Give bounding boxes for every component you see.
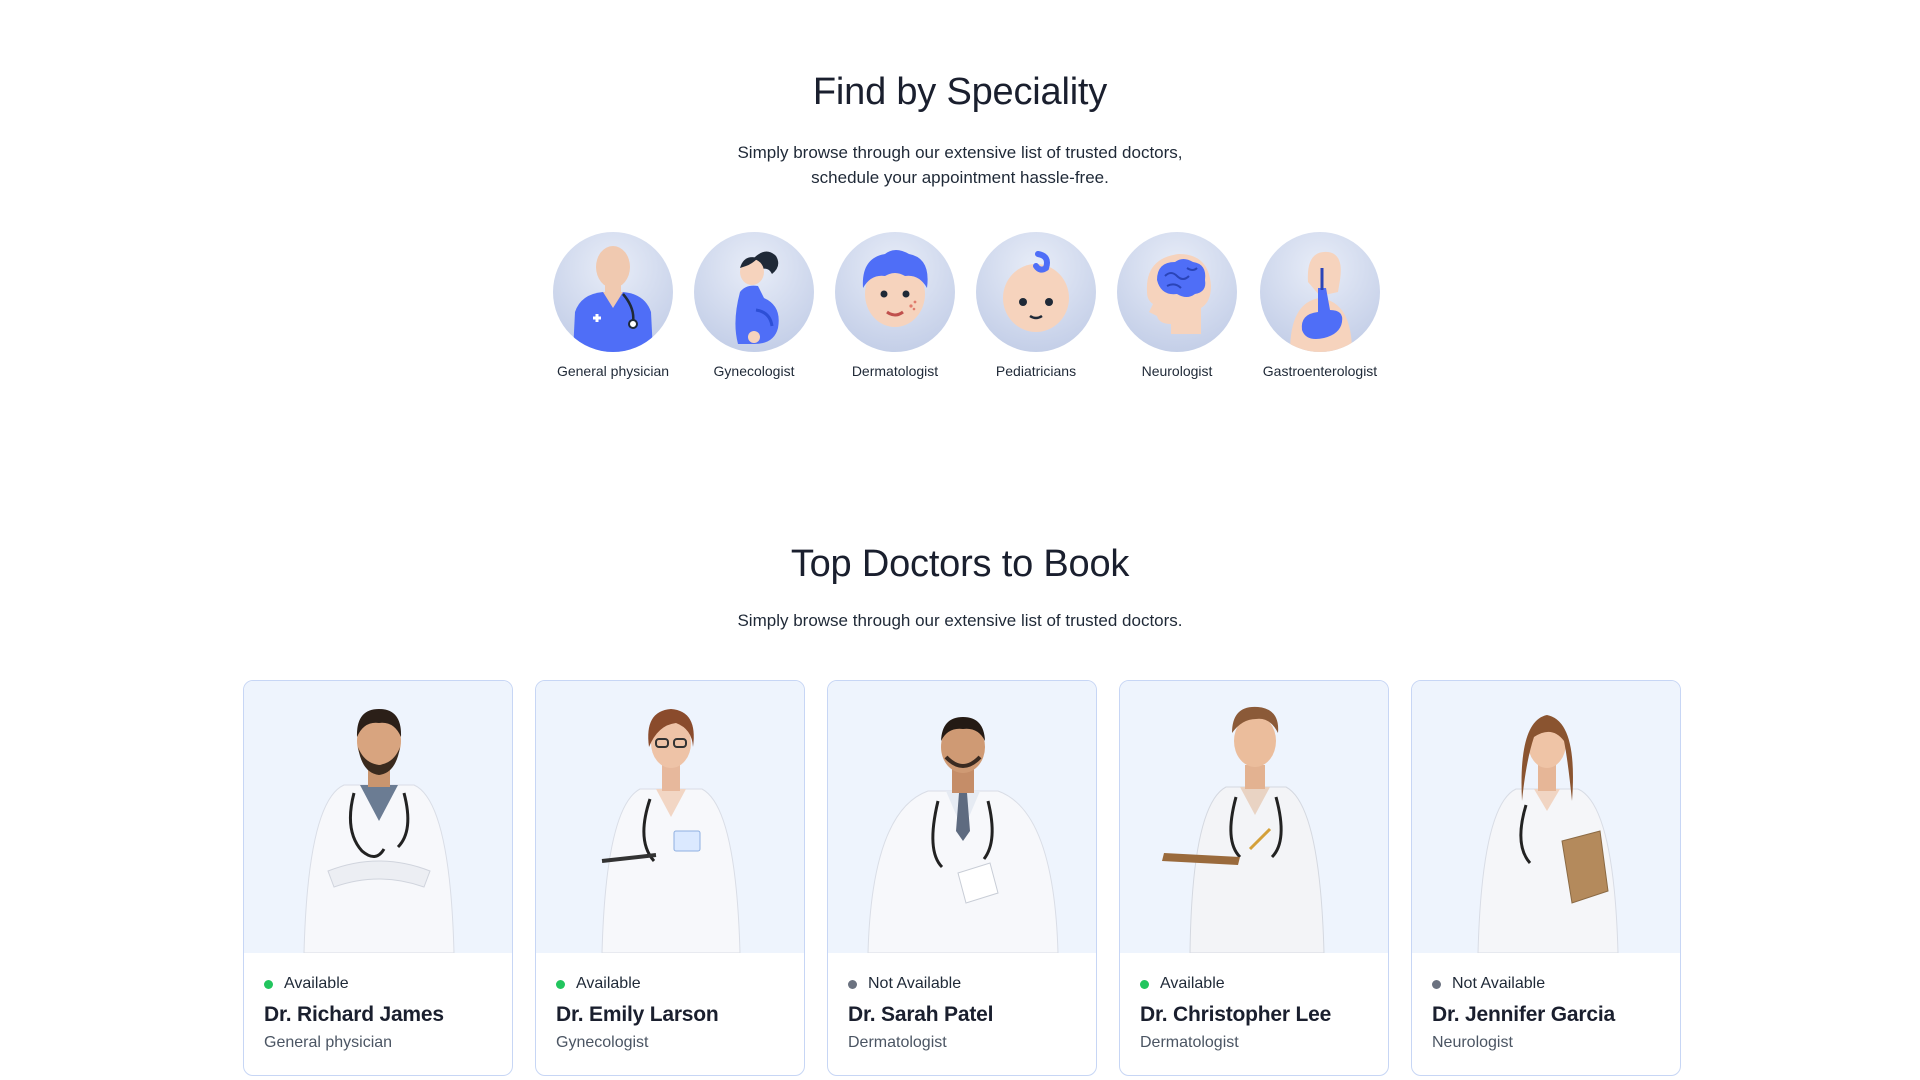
doctor-cards: Available Dr. Richard James General phys… (243, 680, 1683, 1080)
status-dot (556, 979, 565, 989)
status-dot (1432, 979, 1441, 989)
gastroenterologist-icon (1260, 232, 1380, 352)
speciality-label: Pediatricians (995, 363, 1077, 379)
dermatologist-icon (835, 232, 955, 352)
gynecologist-icon (694, 232, 814, 352)
status-dot (1140, 979, 1149, 989)
speciality-label: Gynecologist (713, 363, 795, 379)
speciality-label: General physician (556, 363, 670, 379)
speciality-item-general-physician[interactable]: General physician (538, 232, 688, 379)
speciality-subtitle-line1: Simply browse through our extensive list… (737, 143, 1183, 162)
top-doctors-title: Top Doctors to Book (790, 543, 1130, 585)
doctor-speciality: Neurologist (1432, 1034, 1513, 1051)
doctor-photo (1120, 681, 1388, 953)
speciality-list: General physician Gynecologist Dermatolo… (0, 232, 1920, 392)
doctor-card[interactable]: Not Available Dr. Sarah Patel Dermatolog… (827, 680, 1097, 1076)
speciality-subtitle: Simply browse through our extensive list… (0, 140, 1920, 190)
status-badge: Not Available (848, 973, 1086, 995)
speciality-label: Neurologist (1141, 363, 1213, 379)
doctor-name: Dr. Jennifer Garcia (1432, 1003, 1615, 1026)
status-dot (848, 979, 857, 989)
doctor-name: Dr. Richard James (264, 1003, 444, 1026)
status-badge: Available (264, 973, 502, 995)
status-label: Not Available (1452, 975, 1546, 992)
neurologist-icon (1117, 232, 1237, 352)
status-badge: Not Available (1432, 973, 1670, 995)
status-label: Not Available (868, 975, 962, 992)
top-doctors-subtitle: Simply browse through our extensive list… (737, 611, 1183, 630)
status-label: Available (1160, 975, 1225, 992)
doctor-photo (536, 681, 804, 953)
speciality-title: Find by Speciality (812, 71, 1108, 113)
speciality-subtitle-line2: schedule your appointment hassle-free. (811, 168, 1109, 187)
speciality-item-pediatricians[interactable]: Pediatricians (961, 232, 1111, 379)
doctor-name: Dr. Sarah Patel (848, 1003, 994, 1026)
doctor-speciality: General physician (264, 1034, 393, 1051)
doctor-photo (828, 681, 1096, 953)
doctor-photo (244, 681, 512, 953)
doctor-card[interactable]: Available Dr. Christopher Lee Dermatolog… (1119, 680, 1389, 1076)
status-label: Available (284, 975, 349, 992)
speciality-label: Dermatologist (851, 363, 939, 379)
doctor-name: Dr. Emily Larson (556, 1003, 719, 1026)
doctor-card[interactable]: Available Dr. Richard James General phys… (243, 680, 513, 1076)
status-badge: Available (1140, 973, 1378, 995)
speciality-item-gastroenterologist[interactable]: Gastroenterologist (1245, 232, 1395, 379)
status-badge: Available (556, 973, 794, 995)
doctor-speciality: Dermatologist (1140, 1034, 1239, 1051)
doctor-speciality: Gynecologist (556, 1034, 649, 1051)
doctor-card[interactable]: Available Dr. Emily Larson Gynecologist (535, 680, 805, 1076)
status-label: Available (576, 975, 641, 992)
speciality-item-dermatologist[interactable]: Dermatologist (820, 232, 970, 379)
doctor-photo (1412, 681, 1680, 953)
speciality-item-gynecologist[interactable]: Gynecologist (679, 232, 829, 379)
status-dot (264, 979, 273, 989)
doctor-name: Dr. Christopher Lee (1140, 1003, 1332, 1026)
speciality-item-neurologist[interactable]: Neurologist (1102, 232, 1252, 379)
doctor-speciality: Dermatologist (848, 1034, 947, 1051)
speciality-label: Gastroenterologist (1262, 363, 1378, 379)
doctor-card[interactable]: Not Available Dr. Jennifer Garcia Neurol… (1411, 680, 1681, 1076)
general-physician-icon (553, 232, 673, 352)
pediatrician-icon (976, 232, 1096, 352)
